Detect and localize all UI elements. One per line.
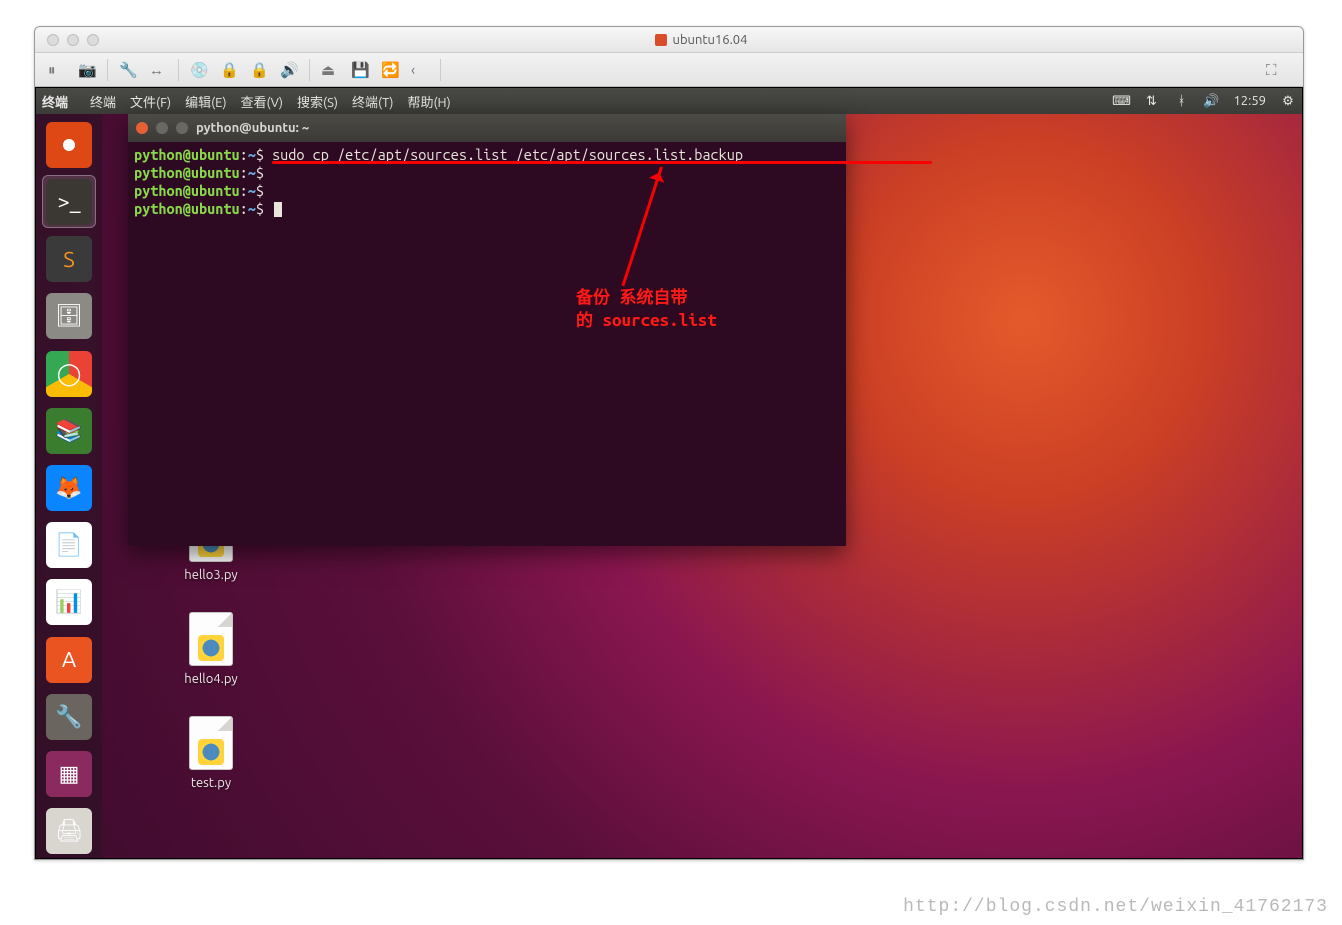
close-icon[interactable] [136, 122, 148, 134]
file-label: test.py [156, 776, 266, 790]
keyboard-icon[interactable]: ⌨ [1113, 93, 1129, 109]
fullscreen-icon[interactable]: ⛶ [1261, 59, 1287, 81]
file-label: hello4.py [156, 672, 266, 686]
launcher-settings[interactable]: 🔧 [42, 690, 96, 743]
launcher-writer[interactable]: 📄 [42, 519, 96, 572]
launcher-books[interactable]: 📚 [42, 404, 96, 457]
minimize-icon[interactable] [156, 122, 168, 134]
launcher-terminal[interactable]: >_ [42, 175, 96, 228]
menu-file[interactable]: 文件(F) [130, 92, 171, 111]
gear-icon[interactable]: ⚙ [1280, 93, 1296, 109]
input-capture-button[interactable]: ↔ [144, 59, 170, 81]
pause-button[interactable]: ⏸ [43, 59, 69, 81]
terminal-title: python@ubuntu: ~ [196, 121, 309, 135]
menu-terminal2[interactable]: 终端(T) [352, 92, 393, 111]
host-titlebar[interactable]: ubuntu16.04 [35, 27, 1303, 53]
panel-indicators: ⌨ ⇅ ᚼ 🔊 12:59 ⚙ [1113, 93, 1296, 109]
network-icon[interactable]: ⇅ [1143, 93, 1159, 109]
ubuntu-icon [655, 34, 667, 46]
desktop-file[interactable]: hello4.py [156, 612, 266, 686]
chevron-left-icon[interactable]: ‹ [406, 59, 432, 81]
mac-min-dot[interactable] [67, 34, 79, 46]
usb-icon[interactable]: ⏏ [316, 59, 342, 81]
share-icon[interactable]: 🔁 [376, 59, 402, 81]
launcher-calc[interactable]: 📊 [42, 576, 96, 629]
launcher-files[interactable]: 🗄 [42, 290, 96, 343]
guest-vm-frame: 终端 终端 文件(F) 编辑(E) 查看(V) 搜索(S) 终端(T) 帮助(H… [35, 87, 1303, 859]
maximize-icon[interactable] [176, 122, 188, 134]
mac-close-dot[interactable] [47, 34, 59, 46]
launcher-sublime[interactable]: S [42, 232, 96, 285]
menubar: 终端 文件(F) 编辑(E) 查看(V) 搜索(S) 终端(T) 帮助(H) [82, 92, 451, 111]
optical-drive-icon[interactable]: 💿 [185, 59, 211, 81]
host-window-title: ubuntu16.04 [99, 33, 1303, 47]
launcher-software[interactable]: A [42, 633, 96, 686]
bluetooth-icon[interactable]: ᚼ [1173, 93, 1189, 109]
snapshot-button[interactable]: 📷 [73, 59, 99, 81]
launcher-firefox[interactable]: 🦊 [42, 461, 96, 514]
file-label: hello3.py [156, 568, 266, 582]
menu-view[interactable]: 查看(V) [241, 92, 283, 111]
host-toolbar: ⏸ 📷 🔧 ↔ 💿 🔒 🔒 🔊 ⏏ 💾 🔁 ‹ ⛶ [35, 53, 1303, 87]
terminal-line: python@ubuntu:~$ [134, 164, 840, 182]
terminal-titlebar[interactable]: python@ubuntu: ~ [128, 114, 846, 142]
host-title-text: ubuntu16.04 [673, 33, 748, 47]
terminal-line: python@ubuntu:~$ [134, 182, 840, 200]
terminal-line: python@ubuntu:~$ [134, 200, 840, 218]
desktop-icons: hello3.py hello4.py test.py [156, 508, 266, 820]
launcher-chrome[interactable]: ◯ [42, 347, 96, 400]
terminal-body[interactable]: python@ubuntu:~$ sudo cp /etc/apt/source… [128, 142, 846, 546]
save-icon[interactable]: 💾 [346, 59, 372, 81]
menu-help[interactable]: 帮助(H) [407, 92, 450, 111]
annotation-underline [272, 161, 932, 164]
clock[interactable]: 12:59 [1233, 94, 1266, 108]
mac-traffic-lights[interactable] [35, 34, 99, 46]
launcher-printer[interactable]: 🖨 [42, 805, 96, 858]
ubuntu-top-panel: 终端 终端 文件(F) 编辑(E) 查看(V) 搜索(S) 终端(T) 帮助(H… [36, 88, 1302, 114]
audio-icon[interactable]: 🔊 [275, 59, 301, 81]
settings-button[interactable]: 🔧 [114, 59, 140, 81]
desktop-file[interactable]: test.py [156, 716, 266, 790]
ubuntu-desktop[interactable]: 终端 终端 文件(F) 编辑(E) 查看(V) 搜索(S) 终端(T) 帮助(H… [36, 88, 1302, 858]
menu-search[interactable]: 搜索(S) [297, 92, 338, 111]
virtualbox-host-window: ubuntu16.04 ⏸ 📷 🔧 ↔ 💿 🔒 🔒 🔊 ⏏ 💾 🔁 ‹ ⛶ [34, 26, 1304, 860]
watermark-url: http://blog.csdn.net/weixin_41762173 [903, 897, 1328, 917]
lock2-icon[interactable]: 🔒 [245, 59, 271, 81]
annotation-text: 备份 系统自带 的 sources.list [576, 287, 717, 333]
mac-max-dot[interactable] [87, 34, 99, 46]
menu-edit[interactable]: 编辑(E) [185, 92, 226, 111]
lock1-icon[interactable]: 🔒 [215, 59, 241, 81]
active-app-label: 终端 [42, 92, 82, 111]
unity-launcher: >_S🗄◯📚🦊📄📊A🔧▦🖨 [36, 114, 102, 858]
launcher-dash[interactable] [42, 118, 96, 171]
menu-terminal[interactable]: 终端 [90, 92, 116, 111]
launcher-workspace[interactable]: ▦ [42, 748, 96, 801]
volume-icon[interactable]: 🔊 [1203, 93, 1219, 109]
terminal-window[interactable]: python@ubuntu: ~ python@ubuntu:~$ sudo c… [128, 114, 846, 546]
cursor [274, 202, 282, 217]
